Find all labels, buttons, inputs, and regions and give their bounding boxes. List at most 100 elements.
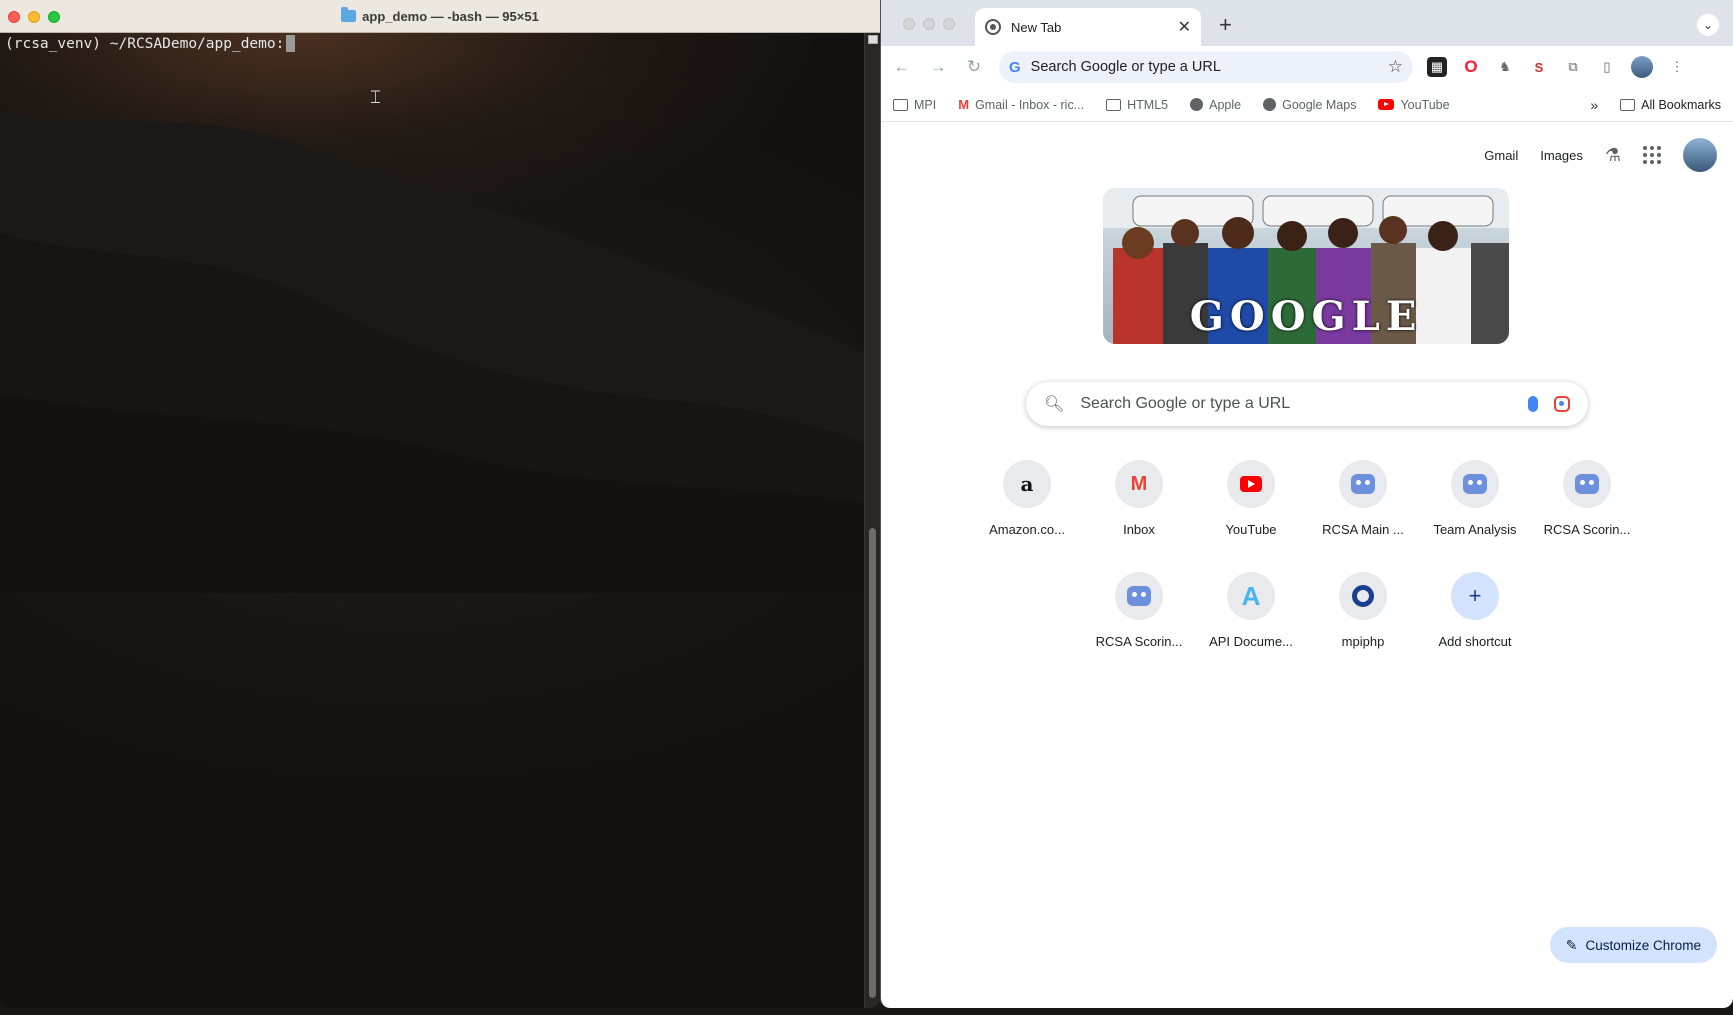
google-icon: G bbox=[1009, 58, 1021, 76]
folder-icon bbox=[1620, 98, 1636, 111]
opera-extension-icon[interactable]: O bbox=[1461, 57, 1481, 77]
bot-icon bbox=[1339, 460, 1387, 508]
bookmark-label: HTML5 bbox=[1127, 97, 1169, 112]
shortcut-tile[interactable]: M Inbox bbox=[1083, 460, 1195, 572]
labs-flask-icon[interactable]: ⚗ bbox=[1605, 145, 1621, 166]
zoom-window-button[interactable] bbox=[48, 11, 60, 23]
tab-title: New Tab bbox=[1011, 19, 1062, 35]
shortcut-tile[interactable]: YouTube bbox=[1195, 460, 1307, 572]
globe-icon bbox=[1263, 98, 1277, 111]
shortcut-label: Add shortcut bbox=[1438, 634, 1512, 649]
terminal-title: app_demo — -bash — 95×51 bbox=[341, 7, 539, 24]
images-link[interactable]: Images bbox=[1540, 148, 1583, 163]
shortcut-label: YouTube bbox=[1225, 522, 1277, 537]
minimize-window-button[interactable] bbox=[923, 18, 935, 30]
google-lens-icon[interactable] bbox=[1554, 396, 1570, 412]
gmail-link[interactable]: Gmail bbox=[1484, 148, 1518, 163]
bookmark-label: Gmail - Inbox - ric... bbox=[975, 97, 1085, 112]
terminal-window-controls bbox=[8, 11, 60, 23]
split-pane-icon[interactable] bbox=[868, 35, 878, 44]
tab-new-tab[interactable]: New Tab ✕ bbox=[975, 8, 1201, 46]
google-doodle[interactable]: GOOGLE bbox=[1103, 188, 1509, 344]
youtube-icon bbox=[1227, 460, 1275, 508]
bookmark-label: Google Maps bbox=[1282, 97, 1357, 112]
scrollbar-thumb[interactable] bbox=[869, 528, 876, 998]
bookmark-label: MPI bbox=[914, 97, 937, 112]
search-icon: 🔍︎ bbox=[1044, 396, 1065, 413]
plus-icon: + bbox=[1451, 572, 1499, 620]
close-window-button[interactable] bbox=[903, 18, 915, 30]
omnibox-input[interactable]: Search Google or type a URL bbox=[1031, 59, 1378, 75]
globe-icon bbox=[1190, 98, 1204, 111]
close-tab-icon[interactable]: ✕ bbox=[1178, 17, 1191, 37]
ntp-search-input[interactable]: Search Google or type a URL bbox=[1080, 395, 1512, 413]
shortcut-label: Inbox bbox=[1123, 522, 1155, 537]
bookmark-item[interactable]: M Gmail - Inbox - ric... bbox=[958, 97, 1084, 112]
profile-avatar[interactable] bbox=[1631, 56, 1653, 78]
bot-icon bbox=[1115, 572, 1163, 620]
chrome-window-controls bbox=[903, 18, 955, 30]
terminal-background-image bbox=[0, 113, 864, 593]
close-window-button[interactable] bbox=[8, 11, 20, 23]
bookmark-label: YouTube bbox=[1400, 97, 1450, 112]
shortcut-label: mpiphp bbox=[1341, 634, 1385, 649]
extension-icon[interactable]: ▦ bbox=[1427, 57, 1447, 77]
amazon-icon: a bbox=[1003, 460, 1051, 508]
pencil-icon: ✎ bbox=[1565, 936, 1578, 953]
account-avatar[interactable] bbox=[1683, 138, 1717, 172]
terminal-prompt: (rcsa_venv) ~/RCSADemo/app_demo: bbox=[5, 35, 296, 52]
shortcut-tile[interactable]: RCSA Scorin... bbox=[1531, 460, 1643, 572]
shortcut-label: Team Analysis bbox=[1433, 522, 1517, 537]
shortcut-tile[interactable]: Team Analysis bbox=[1419, 460, 1531, 572]
extension-icon[interactable]: S bbox=[1529, 57, 1549, 77]
folder-icon bbox=[1106, 98, 1122, 111]
omnibox[interactable]: G Search Google or type a URL ☆ bbox=[999, 51, 1413, 83]
add-shortcut-tile[interactable]: + Add shortcut bbox=[1419, 572, 1531, 684]
ntp-search-box[interactable]: 🔍︎ Search Google or type a URL bbox=[1026, 382, 1588, 426]
extensions-puzzle-icon[interactable]: ⧉ bbox=[1563, 57, 1583, 77]
shortcut-tile[interactable]: A API Docume... bbox=[1195, 572, 1307, 684]
shortcuts-row: a Amazon.co... M Inbox YouTube RCSA Main… bbox=[971, 460, 1651, 572]
terminal-content[interactable]: (rcsa_venv) ~/RCSADemo/app_demo: ⌶ bbox=[0, 33, 880, 1008]
forward-button[interactable]: → bbox=[927, 57, 949, 77]
mpi-icon bbox=[1339, 572, 1387, 620]
bookmark-item[interactable]: HTML5 bbox=[1106, 98, 1168, 112]
terminal-scrollbar[interactable] bbox=[864, 33, 880, 1008]
more-bookmarks-button[interactable]: » bbox=[1590, 97, 1598, 113]
new-tab-button[interactable]: + bbox=[1219, 12, 1232, 38]
gmail-icon: M bbox=[958, 97, 970, 112]
extension-icon[interactable]: ♞ bbox=[1495, 57, 1515, 77]
shortcut-label: RCSA Scorin... bbox=[1543, 522, 1631, 537]
bot-icon bbox=[1451, 460, 1499, 508]
customize-chrome-button[interactable]: ✎ Customize Chrome bbox=[1549, 927, 1717, 963]
terminal-window: app_demo — -bash — 95×51 (rcsa_venv) ~/R… bbox=[0, 0, 880, 1008]
prompt-text: (rcsa_venv) ~/RCSADemo/app_demo: bbox=[5, 35, 285, 52]
shortcut-tile[interactable]: a Amazon.co... bbox=[971, 460, 1083, 572]
shortcut-tile[interactable]: mpiphp bbox=[1307, 572, 1419, 684]
shortcut-tile[interactable]: RCSA Main ... bbox=[1307, 460, 1419, 572]
shortcuts-grid: a Amazon.co... M Inbox YouTube RCSA Main… bbox=[971, 460, 1651, 684]
google-apps-icon[interactable] bbox=[1643, 146, 1661, 164]
bookmark-item[interactable]: Google Maps bbox=[1263, 98, 1356, 112]
minimize-window-button[interactable] bbox=[28, 11, 40, 23]
bookmarks-bar: MPI M Gmail - Inbox - ric... HTML5 Apple… bbox=[881, 88, 1733, 122]
back-button[interactable]: ← bbox=[891, 57, 913, 77]
bookmark-item[interactable]: YouTube bbox=[1378, 97, 1450, 112]
shortcuts-row: RCSA Scorin... A API Docume... mpiphp + … bbox=[971, 572, 1651, 684]
shortcut-label: Amazon.co... bbox=[989, 522, 1065, 537]
all-bookmarks-button[interactable]: All Bookmarks bbox=[1620, 98, 1721, 112]
terminal-titlebar[interactable]: app_demo — -bash — 95×51 bbox=[0, 0, 880, 33]
doodle-text: GOOGLE bbox=[1189, 293, 1423, 340]
chrome-menu-icon[interactable]: ⋮ bbox=[1667, 57, 1687, 77]
reload-button[interactable]: ↻ bbox=[963, 57, 985, 77]
side-panel-icon[interactable]: ▯ bbox=[1597, 57, 1617, 77]
bookmark-star-icon[interactable]: ☆ bbox=[1388, 57, 1403, 77]
zoom-window-button[interactable] bbox=[943, 18, 955, 30]
voice-search-icon[interactable] bbox=[1528, 396, 1538, 412]
youtube-icon bbox=[1378, 99, 1395, 110]
shortcut-label: RCSA Scorin... bbox=[1095, 634, 1183, 649]
tab-search-button[interactable]: ⌄ bbox=[1697, 14, 1719, 36]
bookmark-item[interactable]: Apple bbox=[1190, 98, 1241, 112]
bookmark-item[interactable]: MPI bbox=[893, 98, 936, 112]
shortcut-tile[interactable]: RCSA Scorin... bbox=[1083, 572, 1195, 684]
